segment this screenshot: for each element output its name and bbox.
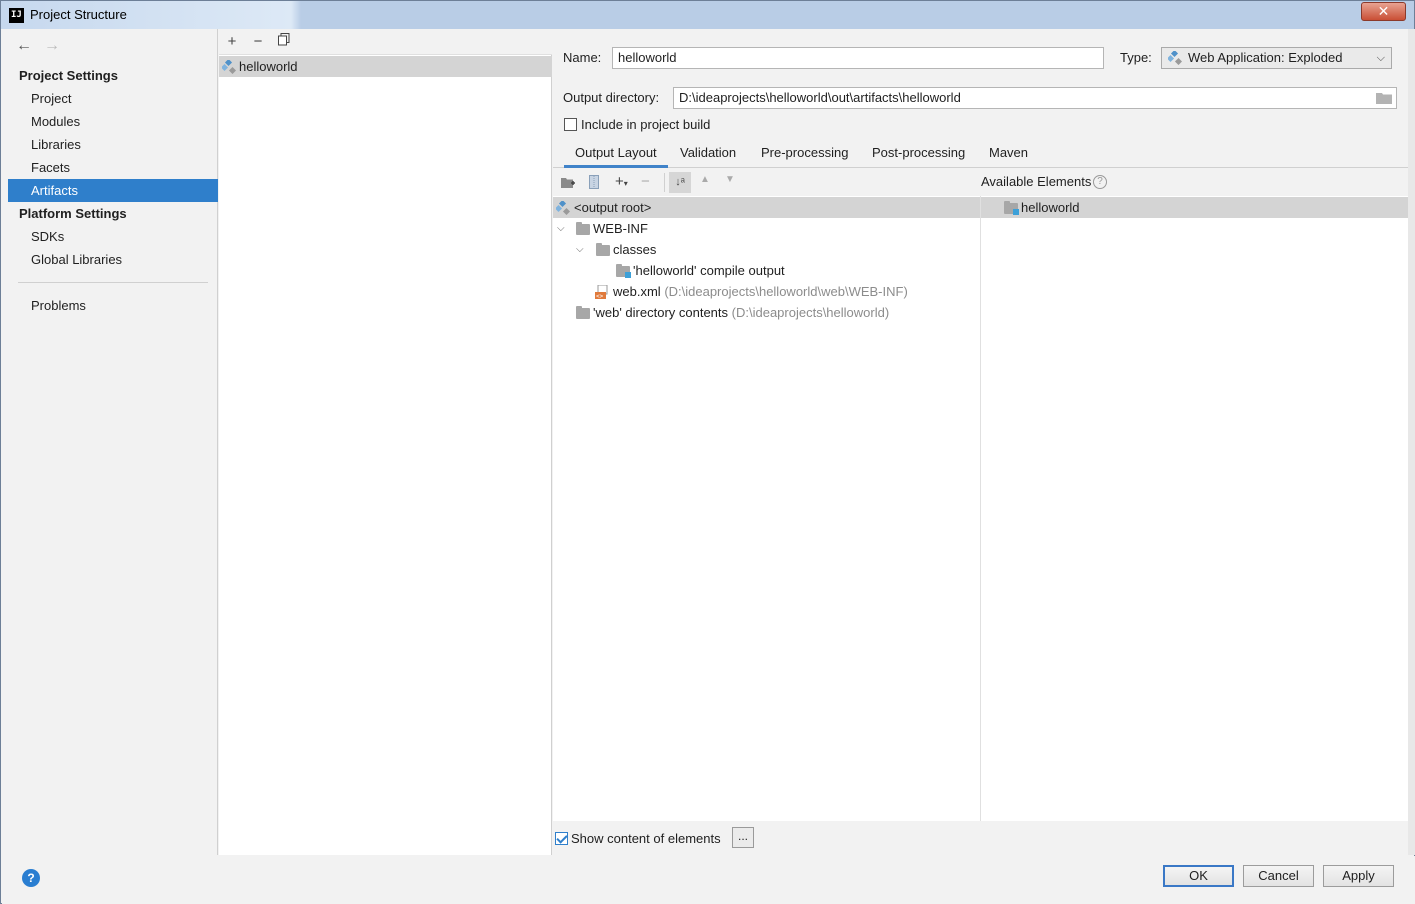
folder-icon <box>576 306 590 319</box>
nav-item-problems[interactable]: Problems <box>8 294 218 317</box>
artifact-icon <box>222 60 236 74</box>
tree-web-directory[interactable]: 'web' directory contents (D:\ideaproject… <box>553 302 980 323</box>
back-arrow-icon[interactable]: ← <box>16 37 32 54</box>
nav-item-libraries[interactable]: Libraries <box>8 133 218 156</box>
output-layout-area: +▾ − ↓ᵃ ▲ ▼ Available Elements ? <output… <box>553 169 1408 821</box>
classes-label: classes <box>613 242 657 257</box>
output-root-label: <output root> <box>574 200 652 215</box>
platform-settings-header: Platform Settings <box>19 206 127 221</box>
project-settings-header: Project Settings <box>19 68 118 83</box>
ok-button[interactable]: OK <box>1163 865 1234 887</box>
available-module-item[interactable]: helloworld <box>981 197 1408 218</box>
output-directory-label: Output directory: <box>563 90 660 105</box>
archive-icon[interactable] <box>589 175 599 189</box>
nav-item-facets[interactable]: Facets <box>8 156 218 179</box>
available-elements-header: Available Elements ? <box>980 169 1408 196</box>
web-directory-label: 'web' directory contents <box>593 305 729 320</box>
available-elements-label: Available Elements <box>981 174 1092 189</box>
layout-toolbar: +▾ − ↓ᵃ ▲ ▼ <box>553 169 980 196</box>
artifact-icon <box>1168 51 1182 65</box>
chevron-down-icon[interactable]: ⌵ <box>576 239 584 260</box>
type-select-value: Web Application: Exploded <box>1188 50 1343 65</box>
right-edge <box>1408 29 1415 855</box>
tree-output-root[interactable]: <output root> <box>553 197 980 218</box>
nav-item-global-libraries[interactable]: Global Libraries <box>8 248 218 271</box>
artifact-list-item[interactable]: helloworld <box>219 56 552 77</box>
toolbar-divider <box>664 173 665 192</box>
web-inf-label: WEB-INF <box>593 221 648 236</box>
nav-item-artifacts[interactable]: Artifacts <box>8 179 218 202</box>
compile-output-label: 'helloworld' compile output <box>633 263 785 278</box>
module-badge-icon <box>625 272 631 278</box>
artifacts-toolbar: + − <box>219 29 552 55</box>
show-content-label: Show content of elements <box>571 831 721 846</box>
layout-splitter[interactable] <box>980 196 981 821</box>
settings-nav: ← → Project Settings Project Modules Libr… <box>8 29 218 855</box>
artifact-icon <box>556 201 570 215</box>
type-label: Type: <box>1120 50 1152 65</box>
new-directory-icon[interactable] <box>561 177 576 189</box>
artifact-tabs: Output Layout Validation Pre-processing … <box>553 141 1408 168</box>
nav-item-modules[interactable]: Modules <box>8 110 218 133</box>
available-module-label: helloworld <box>1021 200 1080 215</box>
help-button[interactable]: ? <box>22 869 40 887</box>
remove-icon[interactable]: − <box>249 33 267 51</box>
tree-web-inf[interactable]: ⌵ WEB-INF <box>553 218 980 239</box>
nav-history: ← → <box>16 37 72 55</box>
web-directory-path: (D:\ideaprojects\helloworld) <box>731 305 890 320</box>
include-in-build-checkbox[interactable] <box>564 118 577 131</box>
xml-file-icon: <> <box>595 285 608 299</box>
tab-post-processing[interactable]: Post-processing <box>861 141 976 168</box>
name-label: Name: <box>563 50 602 65</box>
apply-button[interactable]: Apply <box>1323 865 1394 887</box>
move-down-icon[interactable]: ▼ <box>725 174 735 185</box>
svg-text:<>: <> <box>596 293 604 299</box>
artifact-name: helloworld <box>239 59 298 74</box>
nav-item-project[interactable]: Project <box>8 87 218 110</box>
web-xml-path: (D:\ideaprojects\helloworld\web\WEB-INF) <box>664 284 908 299</box>
tree-compile-output[interactable]: 'helloworld' compile output <box>553 260 980 281</box>
project-structure-dialog: IJ Project Structure ✕ ← → Project Settin… <box>0 0 1415 904</box>
tree-classes[interactable]: ⌵ classes <box>553 239 980 260</box>
add-icon[interactable]: + <box>223 33 241 51</box>
include-in-build-label: Include in project build <box>581 117 711 132</box>
tab-pre-processing[interactable]: Pre-processing <box>750 141 859 168</box>
tab-maven[interactable]: Maven <box>978 141 1039 168</box>
nav-item-sdks[interactable]: SDKs <box>8 225 218 248</box>
dialog-footer: ? OK Cancel Apply <box>2 856 1415 904</box>
cancel-button[interactable]: Cancel <box>1243 865 1314 887</box>
show-content-checkbox[interactable] <box>555 832 568 845</box>
name-field[interactable]: helloworld <box>612 47 1104 69</box>
chevron-down-icon[interactable]: ⌵ <box>557 218 565 239</box>
folder-icon <box>596 243 610 256</box>
output-layout-footer: Show content of elements ... <box>553 822 1408 855</box>
artifacts-list-panel: + − helloworld <box>219 29 552 855</box>
module-badge-icon <box>1013 209 1019 215</box>
browse-folder-icon[interactable] <box>1376 91 1392 104</box>
help-icon[interactable]: ? <box>1093 175 1107 189</box>
close-button[interactable]: ✕ <box>1361 2 1406 21</box>
tab-output-layout[interactable]: Output Layout <box>564 141 668 168</box>
show-content-options-button[interactable]: ... <box>732 827 754 848</box>
output-directory-value: D:\ideaprojects\helloworld\out\artifacts… <box>679 90 961 105</box>
window-title: Project Structure <box>30 7 127 22</box>
web-xml-label: web.xml <box>613 284 661 299</box>
output-directory-field[interactable]: D:\ideaprojects\helloworld\out\artifacts… <box>673 87 1397 109</box>
artifact-detail: Name: helloworld Type: Web Application: … <box>553 29 1408 855</box>
tree-web-xml[interactable]: <> web.xml (D:\ideaprojects\helloworld\w… <box>553 281 980 302</box>
title-bar: IJ Project Structure ✕ <box>1 1 1414 29</box>
forward-arrow-icon[interactable]: → <box>44 37 60 54</box>
chevron-down-icon: ⌵ <box>1376 52 1385 64</box>
intellij-logo-icon: IJ <box>9 8 24 23</box>
add-copy-dropdown-icon[interactable]: +▾ <box>615 173 628 190</box>
copy-icon[interactable] <box>275 33 293 51</box>
sort-icon[interactable]: ↓ᵃ <box>669 172 691 193</box>
tab-validation[interactable]: Validation <box>669 141 747 168</box>
remove-element-icon[interactable]: − <box>641 173 650 190</box>
move-up-icon[interactable]: ▲ <box>700 174 710 185</box>
folder-icon <box>576 222 590 235</box>
nav-divider <box>18 282 208 283</box>
type-select[interactable]: Web Application: Exploded ⌵ <box>1161 47 1392 69</box>
